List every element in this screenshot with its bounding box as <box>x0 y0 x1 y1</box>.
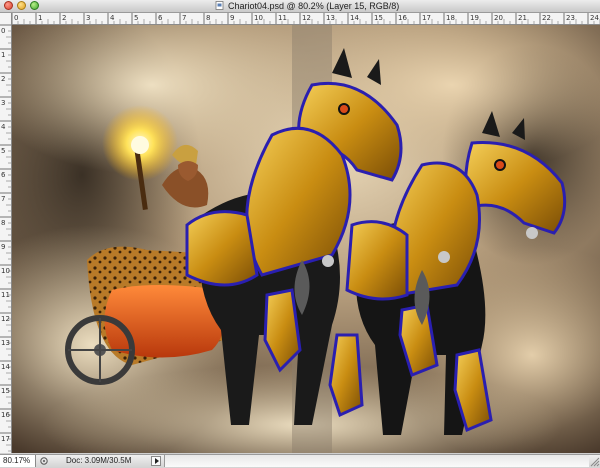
title-bar[interactable]: Chariot04.psd @ 80.2% (Layer 15, RGB/8) <box>0 0 600 13</box>
ruler-label: 5 <box>134 14 138 22</box>
minimize-button[interactable] <box>17 1 26 10</box>
ruler-label: 20 <box>494 14 503 22</box>
document-status-icon[interactable] <box>40 457 48 465</box>
document-size-info: Doc: 3.09M/30.5M <box>66 456 132 465</box>
ruler-label: 9 <box>1 243 5 251</box>
ruler-label: 13 <box>1 339 10 347</box>
ruler-label: 11 <box>1 291 10 299</box>
zoom-button[interactable] <box>30 1 39 10</box>
status-menu-arrow[interactable] <box>151 456 161 466</box>
ruler-label: 15 <box>1 387 10 395</box>
photoshop-document-window: Chariot04.psd @ 80.2% (Layer 15, RGB/8) … <box>0 0 600 468</box>
image-canvas[interactable] <box>12 25 600 453</box>
ruler-label: 18 <box>446 14 455 22</box>
horizontal-ruler[interactable]: 0 1 2 3 4 5 6 7 8 9 10 11 12 13 14 15 16 17 18 19 20 21 22 23 24 <box>12 13 600 25</box>
ruler-label: 6 <box>1 171 6 179</box>
ruler-label: 8 <box>206 14 210 22</box>
ruler-label: 16 <box>398 14 407 22</box>
ruler-label: 4 <box>110 14 115 22</box>
ruler-label: 11 <box>278 14 287 22</box>
ruler-label: 10 <box>254 14 263 22</box>
zoom-level-field[interactable]: 80.17% <box>0 455 36 467</box>
ruler-label: 2 <box>1 75 5 83</box>
ruler-label: 0 <box>1 27 5 35</box>
ruler-label: 17 <box>1 435 10 443</box>
ruler-label: 1 <box>1 51 5 59</box>
ruler-label: 5 <box>1 147 5 155</box>
close-button[interactable] <box>4 1 13 10</box>
ruler-label: 3 <box>86 14 90 22</box>
ruler-label: 13 <box>326 14 335 22</box>
ruler-label: 12 <box>302 14 311 22</box>
ruler-label: 23 <box>566 14 575 22</box>
ruler-label: 3 <box>1 99 5 107</box>
resize-grip-icon[interactable] <box>588 455 600 467</box>
window-title: Chariot04.psd @ 80.2% (Layer 15, RGB/8) <box>228 1 400 11</box>
ruler-label: 16 <box>1 411 10 419</box>
ruler-label: 8 <box>1 219 5 227</box>
chariot-artwork <box>12 25 600 453</box>
ruler-label: 21 <box>518 14 527 22</box>
ruler-label: 15 <box>374 14 383 22</box>
psd-file-icon <box>215 1 224 10</box>
ruler-label: 17 <box>422 14 431 22</box>
vertical-ruler[interactable]: 0 1 2 3 4 5 6 7 8 9 10 11 12 13 14 15 16 17 <box>0 13 12 453</box>
ruler-label: 7 <box>1 195 5 203</box>
ruler-label: 4 <box>1 123 6 131</box>
ruler-label: 24 <box>590 14 599 22</box>
ruler-label: 0 <box>14 14 18 22</box>
status-bar: 80.17% Doc: 3.09M/30.5M <box>0 454 600 468</box>
ruler-label: 14 <box>350 14 359 22</box>
horizontal-scrollbar[interactable] <box>164 455 589 467</box>
ruler-label: 12 <box>1 315 10 323</box>
ruler-label: 6 <box>158 14 163 22</box>
ruler-label: 9 <box>230 14 234 22</box>
ruler-label: 2 <box>62 14 66 22</box>
ruler-label: 14 <box>1 363 10 371</box>
ruler-label: 19 <box>470 14 479 22</box>
ruler-label: 1 <box>38 14 42 22</box>
ruler-label: 10 <box>1 267 10 275</box>
ruler-label: 7 <box>182 14 186 22</box>
ruler-label: 22 <box>542 14 551 22</box>
